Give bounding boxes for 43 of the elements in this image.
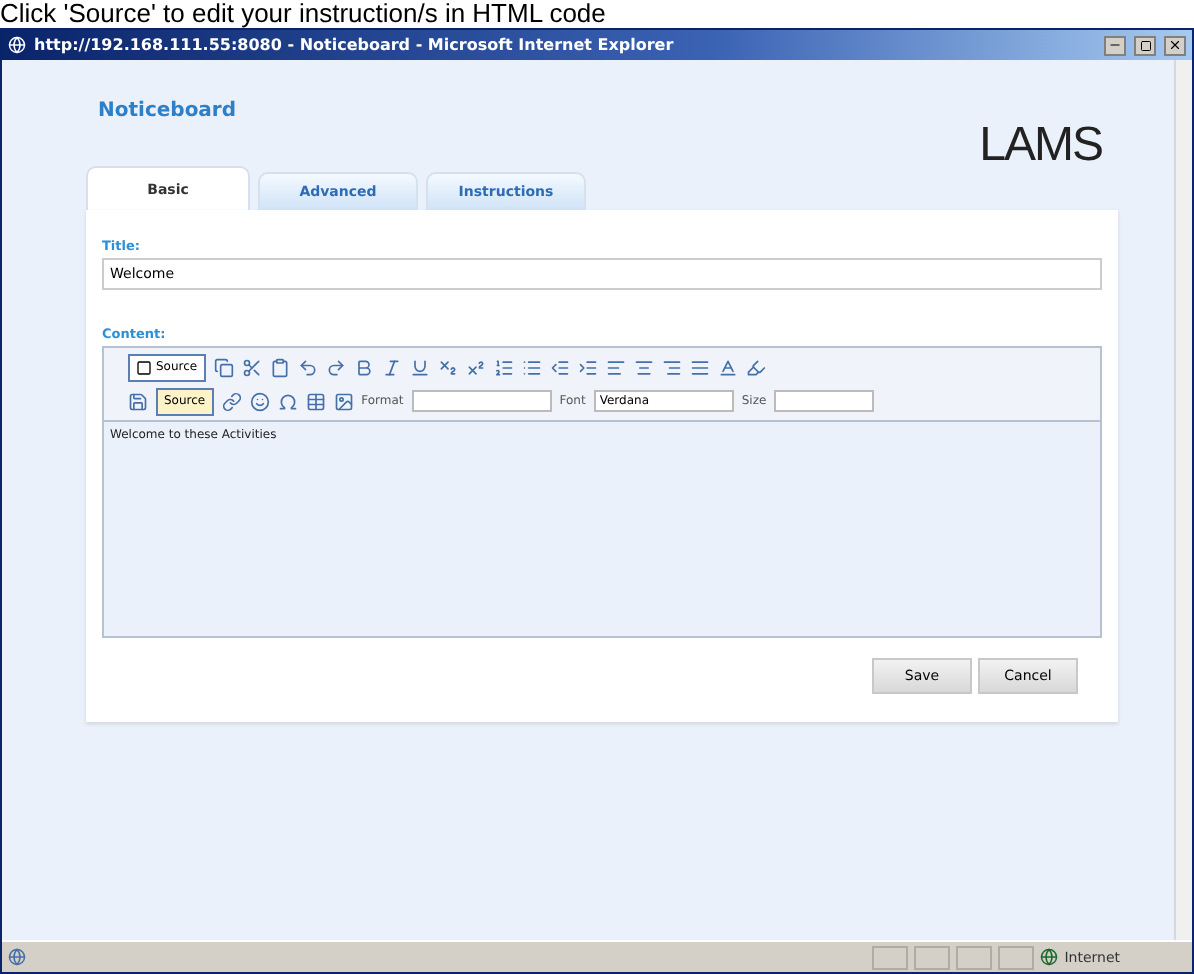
- bold-icon[interactable]: [353, 357, 374, 377]
- italic-icon[interactable]: [381, 357, 402, 377]
- redo-icon[interactable]: [325, 357, 346, 377]
- scissors-icon[interactable]: [241, 357, 262, 377]
- image-icon[interactable]: [333, 391, 354, 411]
- maximize-button[interactable]: [1134, 35, 1156, 55]
- align-right-icon[interactable]: [661, 357, 682, 377]
- minimize-icon: [1108, 38, 1122, 52]
- browser-icon: [8, 36, 26, 54]
- smiley-icon[interactable]: [249, 391, 270, 411]
- highlighter-icon[interactable]: [745, 357, 766, 377]
- globe-icon: [1040, 948, 1059, 966]
- link-icon[interactable]: [221, 391, 242, 411]
- save-icon[interactable]: [128, 391, 148, 411]
- align-center-icon[interactable]: [633, 357, 654, 377]
- justify-icon[interactable]: [689, 357, 710, 377]
- superscript-icon[interactable]: [465, 357, 486, 377]
- caption-text: Click 'Source' to edit your instruction/s in HTML code: [0, 0, 608, 28]
- indent-icon[interactable]: [577, 357, 598, 377]
- status-pane: [956, 945, 993, 969]
- maximize-icon: [1139, 39, 1151, 51]
- status-pane: [872, 945, 909, 969]
- omega-icon[interactable]: [277, 391, 298, 411]
- status-pane: [914, 945, 951, 969]
- copy-icon[interactable]: [213, 357, 234, 377]
- text-color-icon[interactable]: [717, 357, 738, 377]
- minimize-button[interactable]: [1104, 35, 1126, 55]
- status-pane: [998, 945, 1035, 969]
- subscript-icon[interactable]: [437, 357, 458, 377]
- undo-icon[interactable]: [297, 357, 318, 377]
- close-button[interactable]: [1164, 35, 1186, 55]
- close-icon: [1168, 38, 1182, 52]
- numbered-list-icon[interactable]: [493, 357, 514, 377]
- logo: LAMS: [979, 118, 1102, 174]
- page-heading: Noticeboard: [98, 100, 237, 122]
- underline-icon[interactable]: [409, 357, 430, 377]
- outdent-icon[interactable]: [549, 357, 570, 377]
- align-left-icon[interactable]: [605, 357, 626, 377]
- scrollbar[interactable]: [1174, 60, 1192, 940]
- page-icon: [8, 948, 26, 966]
- window-title: http://192.168.111.55:8080 - Noticeboard - Microsoft Internet Explorer: [34, 36, 676, 54]
- table-icon[interactable]: [305, 391, 326, 411]
- clipboard-icon[interactable]: [269, 357, 290, 377]
